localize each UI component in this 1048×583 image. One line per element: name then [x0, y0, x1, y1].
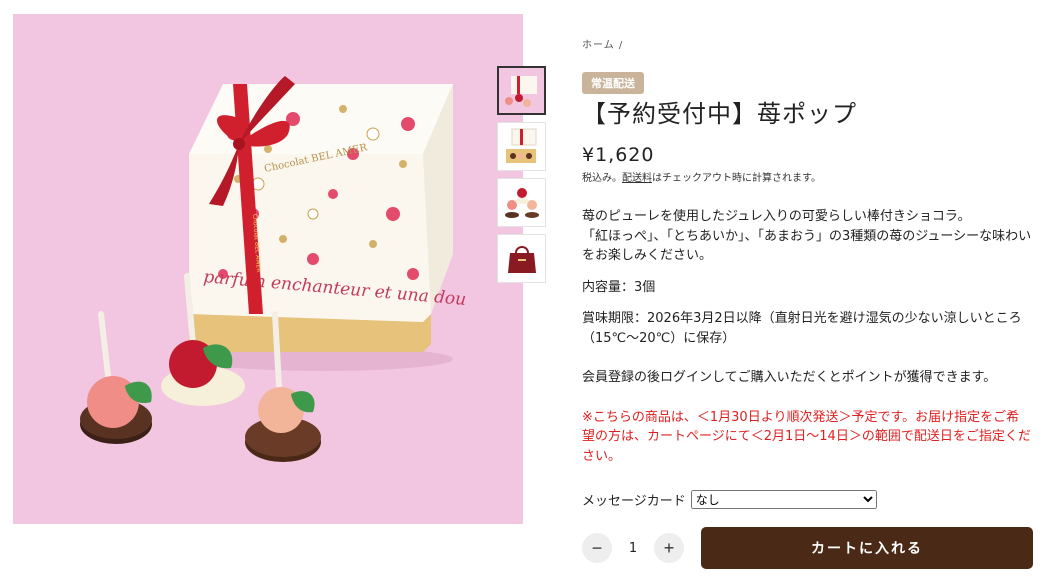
thumbnail-3[interactable]	[497, 178, 546, 227]
thumbnail-1[interactable]	[497, 66, 546, 115]
breadcrumb[interactable]: ホーム /	[582, 36, 1032, 51]
shipping-badge: 常温配送	[582, 72, 644, 94]
description-line-2: 「紅ほっぺ」、「とちあいか」、「あまおう」の3種類の苺のジューシーな味わいをお楽…	[582, 228, 1032, 264]
product-photo: Chocolat BEL AMER parfum enchanteur et u…	[13, 14, 523, 524]
quantity-minus-button[interactable]: −	[582, 533, 612, 563]
thumbnail-2[interactable]	[497, 122, 546, 171]
tax-prefix: 税込み。	[582, 173, 622, 184]
shipping-link[interactable]: 配送料	[622, 173, 652, 184]
thumbnail-list	[497, 66, 548, 290]
message-card-select[interactable]: なし	[690, 490, 877, 509]
quantity-stepper: − 1 +	[582, 533, 684, 563]
message-card-label: メッセージカード	[582, 494, 686, 509]
quantity-plus-button[interactable]: +	[654, 533, 684, 563]
tax-suffix: はチェックアウト時に計算されます。	[652, 173, 821, 184]
add-to-cart-button[interactable]: カートに入れる	[701, 527, 1033, 569]
shipping-notice: ※こちらの商品は、＜1月30日より順次発送＞予定です。お届け指定をご希望の方は、…	[582, 409, 1031, 464]
product-title: 【予約受付中】苺ポップ	[582, 100, 857, 128]
product-main-image[interactable]: Chocolat BEL AMER parfum enchanteur et u…	[13, 14, 523, 524]
member-points-text: 会員登録の後ログインしてご購入いただくとポイントが獲得できます。	[582, 370, 997, 385]
tax-note: 税込み。配送料はチェックアウト時に計算されます。	[582, 169, 1032, 184]
product-info: ホーム / 常温配送 【予約受付中】苺ポップ ¥1,620 税込み。配送料はチェ…	[582, 36, 1032, 509]
contents-text: 内容量：3個	[582, 279, 656, 295]
product-price: ¥1,620	[582, 144, 655, 166]
thumbnail-4[interactable]	[497, 234, 546, 283]
description-line-1: 苺のピューレを使用したジュレ入りの可愛らしい棒付きショコラ。	[582, 209, 971, 224]
product-description: 苺のピューレを使用したジュレ入りの可愛らしい棒付きショコラ。 「紅ほっぺ」、「と…	[582, 207, 1032, 466]
quantity-value[interactable]: 1	[612, 541, 654, 556]
expiry-text: 賞味期限：2026年3月2日以降（直射日光を避け湿気の少ない涼しいところ（15℃…	[582, 311, 1022, 346]
message-card-row: メッセージカード なし	[582, 490, 1032, 509]
